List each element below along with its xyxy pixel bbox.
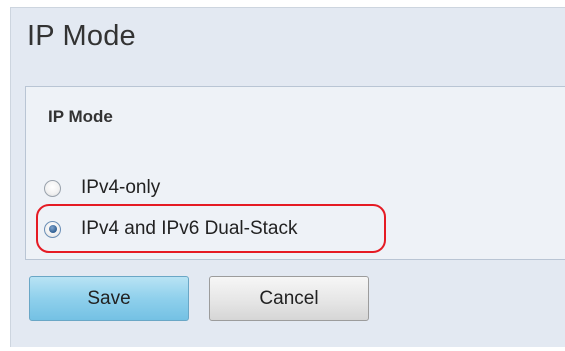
option-label: IPv4 and IPv6 Dual-Stack — [81, 218, 298, 239]
option-ipv4-only[interactable]: IPv4-only — [44, 171, 160, 205]
option-dual-stack[interactable]: IPv4 and IPv6 Dual-Stack — [44, 212, 298, 246]
save-button[interactable]: Save — [29, 276, 189, 321]
option-label: IPv4-only — [81, 177, 161, 198]
panel-title: IP Mode — [48, 107, 113, 126]
radio-checked-icon[interactable] — [44, 220, 61, 238]
radio-unchecked-icon[interactable] — [44, 179, 61, 197]
radio-dot-icon — [48, 225, 57, 233]
page-title: IP Mode — [27, 20, 136, 52]
main-content: IP Mode IP Mode IPv4-only IPv4 and IPv6 … — [10, 7, 565, 347]
cancel-button[interactable]: Cancel — [209, 276, 369, 321]
ip-mode-panel: IP Mode IPv4-only IPv4 and IPv6 Dual-Sta… — [25, 86, 565, 260]
